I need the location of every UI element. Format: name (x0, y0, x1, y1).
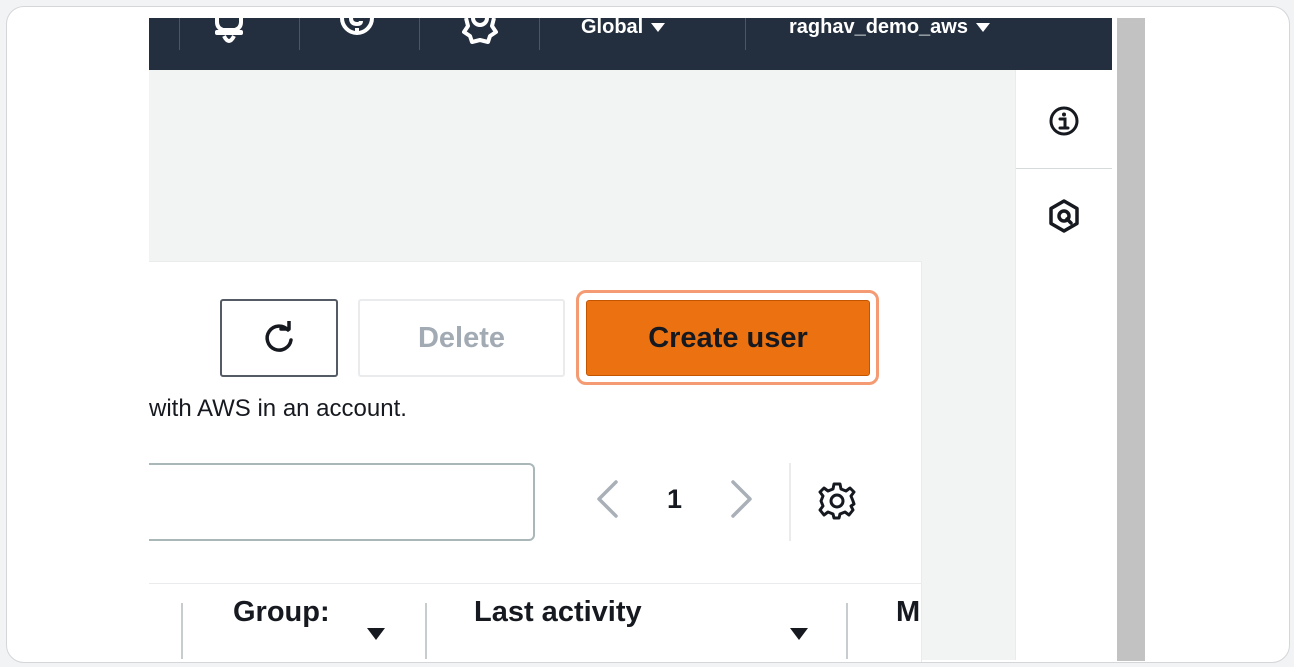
chevron-right-icon (731, 480, 752, 518)
nav-separator (539, 18, 540, 50)
top-navigation-bar: Global raghav_demo_aws (149, 17, 1112, 70)
table-preferences-button[interactable] (818, 482, 856, 525)
sort-icon[interactable] (367, 628, 385, 640)
tools-rail (1015, 70, 1113, 660)
nav-separator (419, 18, 420, 50)
previous-page-button[interactable] (594, 468, 620, 530)
delete-button[interactable]: Delete (358, 299, 565, 377)
account-name: raghav_demo_aws (789, 18, 968, 38)
refresh-button[interactable] (220, 299, 338, 377)
column-header-last-activity[interactable]: Last activity (474, 596, 642, 629)
gear-icon (818, 482, 856, 520)
info-icon (1049, 106, 1079, 136)
caret-down-icon (651, 23, 666, 33)
sort-icon[interactable] (790, 628, 808, 640)
info-panel-button[interactable] (1048, 105, 1080, 142)
help-icon[interactable] (339, 17, 375, 53)
panel-description: with AWS in an account. (149, 395, 407, 422)
settings-icon[interactable] (462, 17, 498, 51)
current-page-number[interactable]: 1 (667, 468, 682, 530)
column-separator (846, 603, 848, 659)
caret-down-icon (975, 23, 990, 33)
search-field[interactable] (149, 463, 535, 541)
vertical-scrollbar[interactable] (1117, 18, 1145, 661)
column-separator (425, 603, 427, 659)
next-page-button[interactable] (729, 468, 755, 530)
region-selector[interactable]: Global (581, 18, 666, 38)
bell-icon[interactable] (213, 18, 245, 53)
column-header-truncated[interactable]: M (896, 596, 920, 629)
nav-separator (299, 18, 300, 50)
create-user-button[interactable]: Create user (586, 300, 870, 376)
search-input[interactable] (149, 465, 533, 539)
users-table-header: Group: Last activity M (149, 583, 921, 662)
region-label: Global (581, 18, 644, 38)
chevron-left-icon (597, 480, 618, 518)
refresh-icon (265, 321, 293, 352)
cloudshell-button[interactable] (1048, 199, 1080, 238)
nav-separator (745, 18, 746, 50)
rail-divider (1016, 168, 1112, 169)
nav-separator (179, 18, 180, 50)
column-header-groups[interactable]: Group: (233, 596, 330, 629)
pagination-divider (789, 463, 791, 541)
cloudshell-icon (1049, 199, 1079, 233)
column-separator (181, 603, 183, 659)
account-menu[interactable]: raghav_demo_aws (789, 18, 990, 38)
